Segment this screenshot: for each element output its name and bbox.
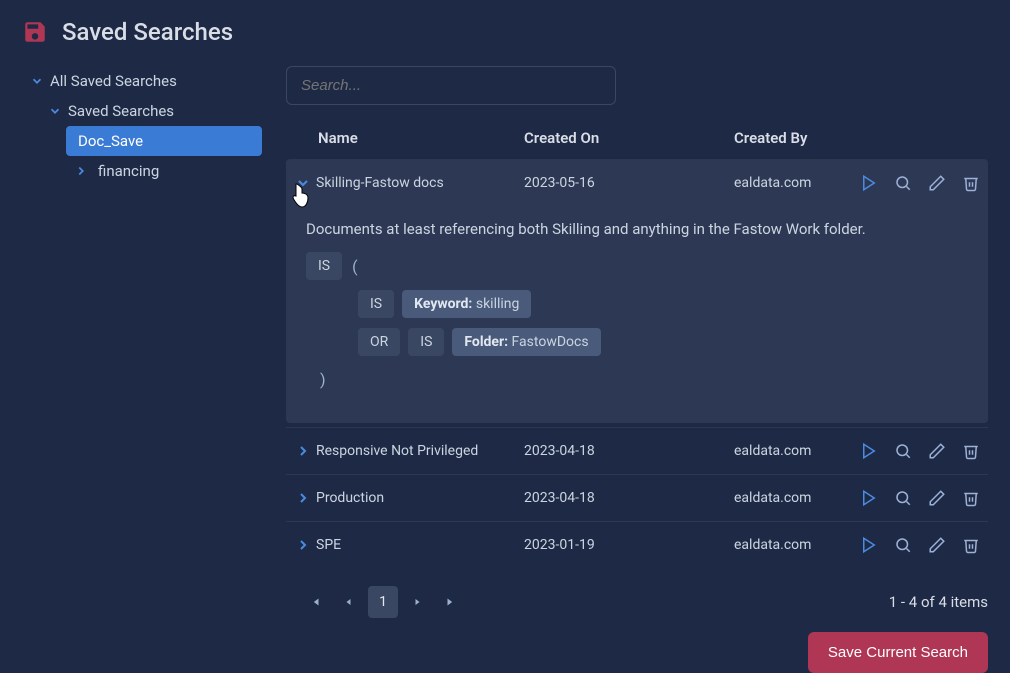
edit-icon[interactable] [928, 536, 946, 554]
chevron-down-icon [30, 74, 44, 88]
row-expander[interactable] [294, 536, 312, 554]
pager-prev[interactable] [334, 586, 364, 618]
edit-icon[interactable] [928, 174, 946, 192]
main-content: Name Created On Created By Skilling-Fast… [286, 66, 988, 673]
table-header: Name Created On Created By [286, 123, 988, 159]
search-icon[interactable] [894, 536, 912, 554]
save-icon [22, 19, 48, 45]
col-header-by[interactable]: Created By [734, 129, 980, 147]
edit-icon[interactable] [928, 442, 946, 460]
op-is-chip: IS [306, 252, 342, 280]
edit-icon[interactable] [928, 489, 946, 507]
play-icon[interactable] [860, 536, 878, 554]
op-or-chip: OR [358, 328, 400, 356]
col-header-created[interactable]: Created On [524, 129, 734, 147]
table-row[interactable]: Skilling-Fastow docs 2023-05-16 ealdata.… [286, 159, 988, 206]
row-expander[interactable] [294, 174, 312, 192]
table-row[interactable]: Responsive Not Privileged 2023-04-18 eal… [286, 427, 988, 474]
trash-icon[interactable] [962, 536, 980, 554]
pager-status: 1 - 4 of 4 items [889, 593, 988, 611]
chevron-right-icon [74, 164, 88, 178]
trash-icon[interactable] [962, 442, 980, 460]
trash-icon[interactable] [962, 489, 980, 507]
tree-item-financing[interactable]: financing [66, 156, 262, 186]
row-by: ealdata.com [734, 537, 834, 553]
table-row[interactable]: Production 2023-04-18 ealdata.com [286, 474, 988, 521]
row-name: Production [316, 490, 524, 506]
pager: 1 [300, 586, 466, 618]
pager-last[interactable] [436, 586, 466, 618]
folder-chip: Folder: FastowDocs [452, 328, 600, 356]
row-by: ealdata.com [734, 175, 834, 191]
chevron-down-icon [295, 175, 311, 191]
row-name: Skilling-Fastow docs [316, 175, 524, 191]
search-input[interactable] [286, 66, 616, 105]
page-header: Saved Searches [22, 18, 988, 46]
play-icon[interactable] [860, 489, 878, 507]
sidebar: All Saved Searches Saved Searches Doc_Sa… [22, 66, 262, 673]
row-created: 2023-01-19 [524, 537, 734, 553]
chevron-right-icon [295, 490, 311, 506]
tree-group[interactable]: Saved Searches [40, 96, 262, 126]
row-detail: Documents at least referencing both Skil… [286, 204, 988, 423]
keyword-chip: Keyword: skilling [402, 290, 531, 318]
row-created: 2023-04-18 [524, 490, 734, 506]
op-is-chip: IS [358, 290, 394, 318]
chevron-right-icon [295, 537, 311, 553]
paren-close: ) [318, 366, 328, 393]
page-title: Saved Searches [62, 18, 233, 46]
row-expander[interactable] [294, 489, 312, 507]
row-by: ealdata.com [734, 443, 834, 459]
row-by: ealdata.com [734, 490, 834, 506]
save-current-search-button[interactable]: Save Current Search [808, 632, 988, 673]
search-icon[interactable] [894, 489, 912, 507]
row-name: Responsive Not Privileged [316, 443, 524, 459]
pager-first[interactable] [300, 586, 330, 618]
row-name: SPE [316, 537, 524, 553]
play-icon[interactable] [860, 174, 878, 192]
trash-icon[interactable] [962, 174, 980, 192]
tree-item-doc-save[interactable]: Doc_Save [66, 126, 262, 156]
play-icon[interactable] [860, 442, 878, 460]
chevron-right-icon [295, 443, 311, 459]
op-is-chip: IS [408, 328, 444, 356]
detail-description: Documents at least referencing both Skil… [306, 220, 968, 238]
row-created: 2023-04-18 [524, 443, 734, 459]
chevron-down-icon [48, 104, 62, 118]
row-created: 2023-05-16 [524, 175, 734, 191]
search-icon[interactable] [894, 442, 912, 460]
search-icon[interactable] [894, 174, 912, 192]
row-expander[interactable] [294, 442, 312, 460]
pager-next[interactable] [402, 586, 432, 618]
col-header-name[interactable]: Name [294, 129, 524, 147]
pager-page-current[interactable]: 1 [368, 586, 398, 618]
tree-root[interactable]: All Saved Searches [22, 66, 262, 96]
table-row[interactable]: SPE 2023-01-19 ealdata.com [286, 521, 988, 568]
paren-open: ( [350, 253, 359, 280]
